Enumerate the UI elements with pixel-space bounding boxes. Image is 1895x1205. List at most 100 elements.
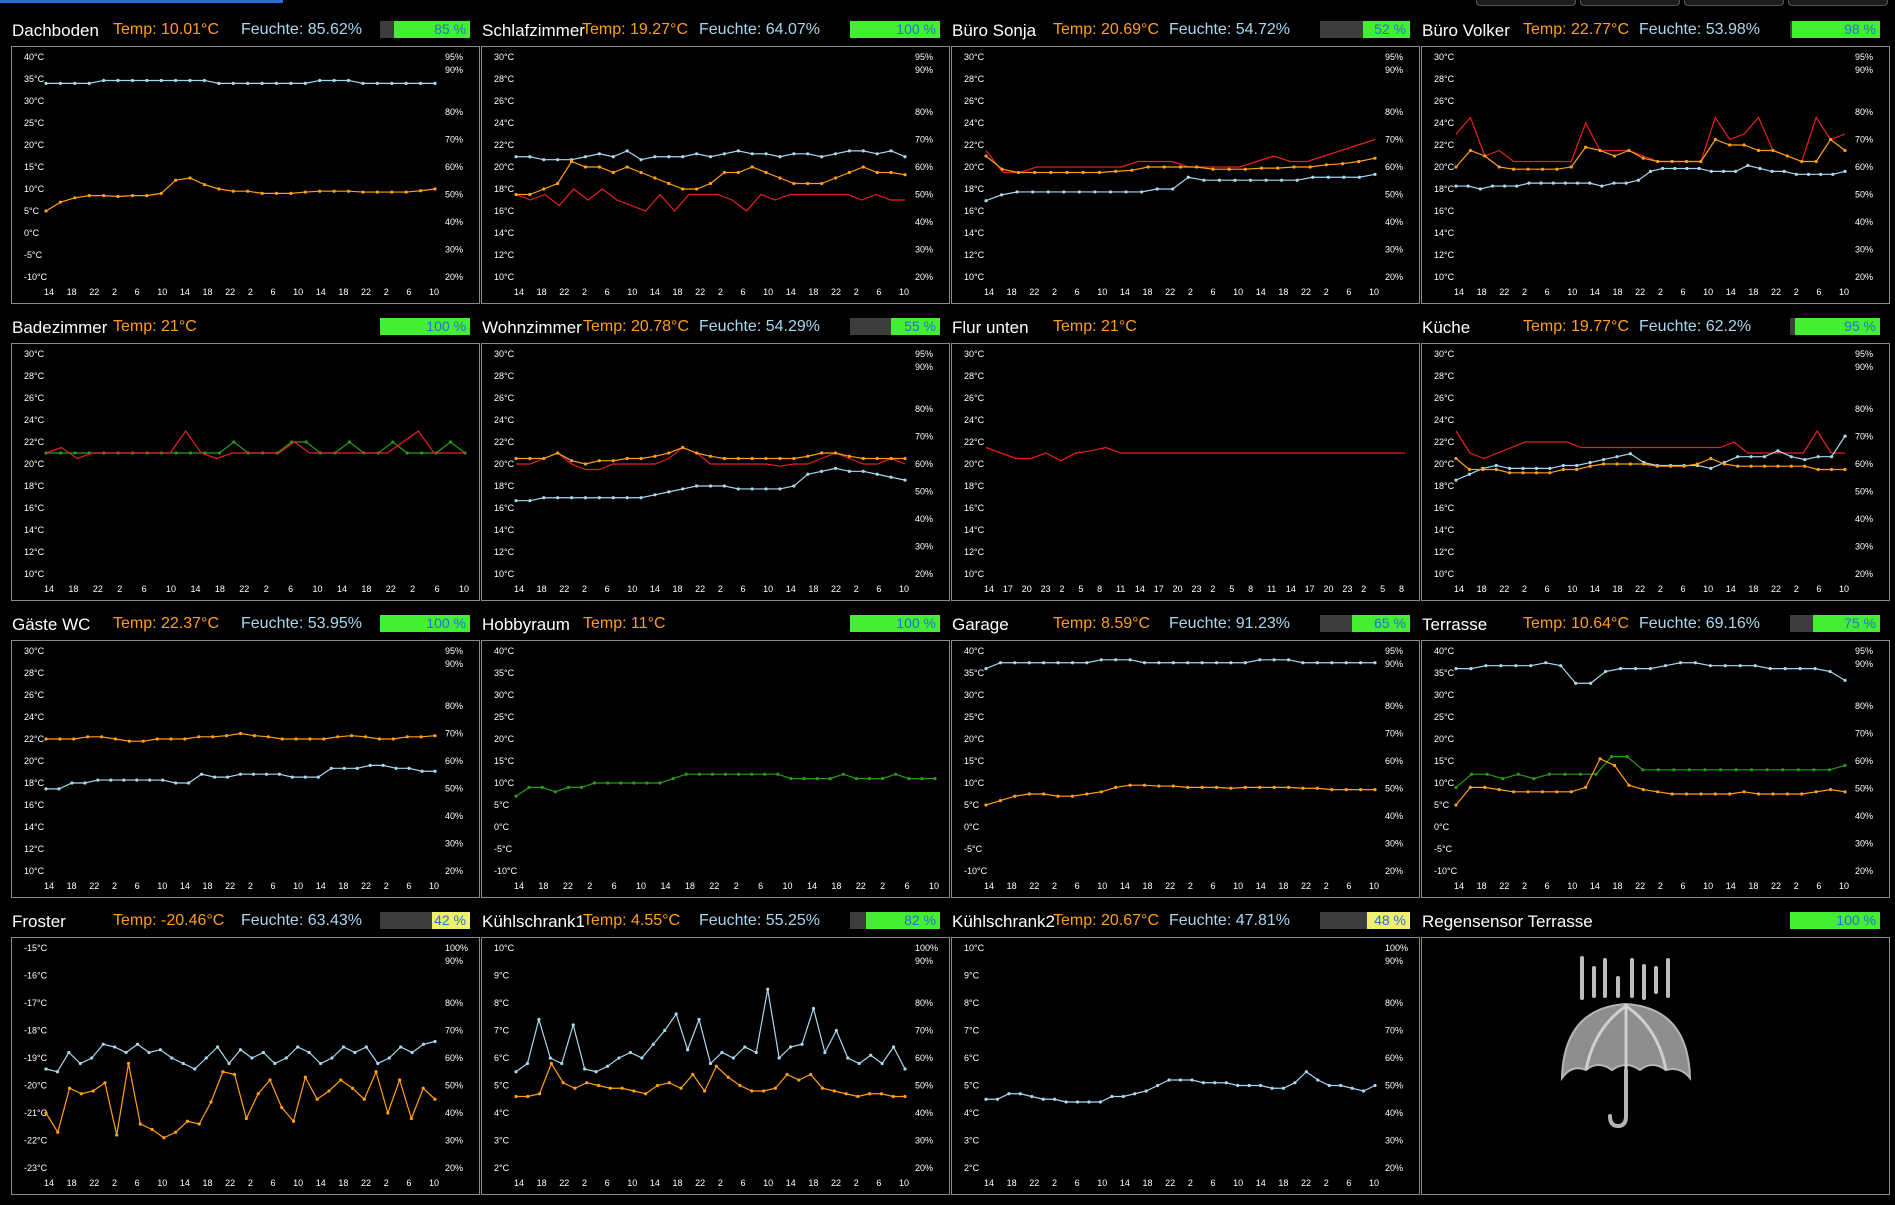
temp-point: [738, 1083, 742, 1088]
y-tick-label: -21°C: [24, 1108, 48, 1118]
y-tick-label: 6°C: [964, 1053, 980, 1063]
top-tab[interactable]: [1788, 0, 1888, 6]
y2-tick-label: 70%: [1385, 1026, 1403, 1036]
y2-tick-label: 60%: [1385, 756, 1403, 766]
top-tab[interactable]: [1580, 0, 1680, 6]
temp-point: [556, 181, 560, 186]
temp-point: [1776, 464, 1780, 468]
x-tick-label: 14: [1454, 881, 1464, 891]
temp-point: [1828, 137, 1833, 142]
humidity-readout: Feuchte: 53.95%: [241, 615, 362, 632]
top-tab[interactable]: [1684, 0, 1784, 6]
room-name[interactable]: Regensensor Terrasse: [1422, 912, 1593, 932]
temp-point: [266, 735, 270, 739]
humidity-point: [556, 158, 560, 162]
room-name[interactable]: Badezimmer: [12, 318, 107, 338]
temp-point: [608, 1086, 612, 1090]
humidity-point: [159, 78, 163, 83]
x-tick-label: 10: [1703, 287, 1713, 297]
y-tick-label: 40°C: [494, 646, 515, 656]
y-tick-label: 26°C: [494, 393, 515, 403]
y-tick-label: 20°C: [24, 140, 45, 150]
valve-point: [217, 451, 221, 455]
temperature-readout: Temp: 10.64°C: [1523, 615, 1630, 632]
room-name[interactable]: Kühlschrank1: [482, 912, 585, 932]
temp-point: [785, 1072, 789, 1077]
room-name[interactable]: Hobbyraum: [482, 615, 570, 635]
temp-point: [726, 1075, 730, 1079]
humidity-point: [764, 152, 768, 156]
y-tick-label: 30°C: [1434, 52, 1455, 62]
x-tick-label: 14: [1590, 584, 1600, 594]
y-tick-label: 30°C: [1434, 349, 1455, 359]
x-tick-label: 10: [1839, 287, 1849, 297]
y-tick-label: 5°C: [24, 206, 40, 216]
chart-svg: -15°C -16°C -17°C -18°C -19°C -20°C -21°C -22°C…: [24, 943, 468, 1188]
x-tick-label: 6: [1680, 881, 1685, 891]
valve-point: [1641, 768, 1645, 772]
temp-point: [274, 191, 279, 195]
x-tick-label: 10: [1567, 881, 1577, 891]
x-tick-label: 18: [673, 287, 683, 297]
humidity-point: [1214, 661, 1219, 665]
battery-label: 82 %: [904, 912, 936, 928]
x-tick-label: 22: [89, 287, 99, 297]
x-tick-label: 2: [1522, 584, 1527, 594]
y2-tick-label: 40%: [1855, 514, 1873, 524]
humidity-point: [984, 667, 988, 671]
humidity-point: [318, 1061, 323, 1066]
temp-point: [1358, 788, 1363, 792]
x-tick-label: 6: [1210, 1178, 1215, 1188]
top-tab[interactable]: [1476, 0, 1576, 6]
humidity-point: [653, 493, 657, 497]
room-name[interactable]: Dachboden: [12, 21, 99, 41]
humidity-point: [1326, 175, 1330, 179]
temp-point: [875, 456, 879, 461]
humidity-point: [995, 1097, 1000, 1101]
humidity-readout: Feuchte: 55.25%: [699, 912, 820, 929]
humidity-point: [695, 484, 699, 488]
x-tick-label: 2: [1210, 584, 1215, 594]
temp-point: [1468, 148, 1473, 153]
humidity-point: [1190, 1078, 1194, 1082]
temp-point: [625, 456, 629, 461]
humidity-point: [903, 1067, 907, 1071]
humidity-point: [174, 78, 178, 83]
temp-point: [679, 1086, 683, 1090]
temp-point: [1128, 783, 1132, 787]
temp-point: [596, 1083, 601, 1088]
humidity-point: [1648, 169, 1653, 173]
room-name[interactable]: Flur unten: [952, 318, 1029, 338]
temp-point: [115, 1133, 119, 1137]
temp-point: [1785, 792, 1789, 796]
x-tick-label: 18: [808, 287, 818, 297]
humidity-point: [1733, 169, 1738, 173]
room-name[interactable]: Schlafzimmer: [482, 21, 585, 41]
room-name[interactable]: Terrasse: [1422, 615, 1487, 635]
y-tick-label: 16°C: [964, 206, 985, 216]
x-tick-label: 14: [1286, 584, 1296, 594]
temp-series-line: [1455, 457, 1845, 474]
y-tick-label: 24°C: [964, 118, 985, 128]
room-name[interactable]: Büro Volker: [1422, 21, 1510, 41]
x-tick-label: 10: [293, 287, 303, 297]
room-name[interactable]: Wohnzimmer: [482, 318, 582, 338]
room-name[interactable]: Froster: [12, 912, 66, 932]
x-tick-label: 2: [1794, 287, 1799, 297]
room-name[interactable]: Küche: [1422, 318, 1470, 338]
valve-point: [658, 781, 662, 785]
battery-label: 100 %: [896, 615, 936, 631]
humidity-point: [1466, 184, 1470, 188]
room-name[interactable]: Kühlschrank2: [952, 912, 1055, 932]
y-tick-label: 14°C: [964, 228, 985, 238]
humidity-point: [560, 1061, 564, 1066]
humidity-point: [594, 1070, 598, 1074]
room-name[interactable]: Büro Sonja: [952, 21, 1036, 41]
temp-point: [1771, 792, 1775, 796]
temp-point: [1027, 792, 1031, 796]
temp-point: [528, 192, 532, 197]
temp-point: [197, 1122, 201, 1126]
room-name[interactable]: Garage: [952, 615, 1009, 635]
y-tick-label: -5°C: [964, 844, 983, 854]
room-name[interactable]: Gäste WC: [12, 615, 90, 635]
